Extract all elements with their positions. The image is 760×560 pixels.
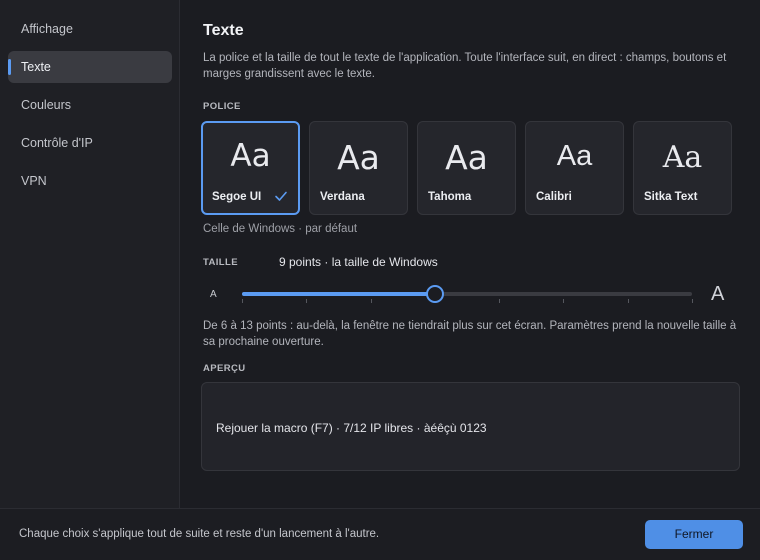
font-sample: Aa: [445, 138, 488, 177]
main-panel: Texte La police et la taille de tout le …: [181, 0, 760, 508]
sidebar-item-affichage[interactable]: Affichage: [8, 13, 172, 45]
close-button[interactable]: Fermer: [645, 520, 743, 549]
size-section-label: TAILLE: [203, 257, 238, 268]
font-sample: Aa: [662, 140, 703, 175]
font-sample: Aa: [556, 140, 593, 172]
preview-box: Rejouer la macro (F7) · 7/12 IP libres ·…: [201, 382, 740, 471]
font-name: Sitka Text: [644, 191, 698, 203]
page-description: La police et la taille de tout le texte …: [203, 52, 727, 80]
font-name: Segoe UI: [212, 191, 262, 203]
preview-section-label: APERÇU: [203, 363, 246, 374]
font-sample: Aa: [337, 138, 380, 177]
size-value: 9 points · la taille de Windows: [279, 255, 438, 269]
slider-tick: [370, 299, 372, 303]
slider-tick: [242, 299, 243, 303]
size-max-marker: A: [711, 283, 725, 305]
font-sample: Aa: [230, 138, 271, 174]
slider-tick: [306, 299, 308, 303]
font-card-sitka-text[interactable]: Aa Sitka Text: [633, 121, 732, 215]
check-icon: [275, 191, 287, 201]
size-slider-fill: [242, 292, 435, 296]
slider-tick: [499, 299, 501, 303]
sidebar-item-couleurs[interactable]: Couleurs: [8, 89, 172, 121]
page-title: Texte: [203, 22, 244, 39]
font-name: Tahoma: [428, 191, 472, 203]
sidebar-item-texte[interactable]: Texte: [8, 51, 172, 83]
footer: Chaque choix s'applique tout de suite et…: [0, 508, 760, 560]
slider-tick: [692, 299, 693, 303]
size-note: De 6 à 13 points : au-delà, la fenêtre n…: [203, 320, 737, 348]
size-min-marker: A: [210, 289, 217, 300]
font-card-verdana[interactable]: Aa Verdana: [309, 121, 408, 215]
footer-note: Chaque choix s'applique tout de suite et…: [19, 528, 380, 540]
size-slider-thumb[interactable]: [425, 285, 444, 303]
preview-text: Rejouer la macro (F7) · 7/12 IP libres ·…: [216, 421, 487, 435]
font-card-tahoma[interactable]: Aa Tahoma: [417, 121, 516, 215]
font-card-calibri[interactable]: Aa Calibri: [525, 121, 624, 215]
sidebar: Affichage Texte Couleurs Contrôle d'IP V…: [0, 0, 180, 508]
sidebar-item-controle-ip[interactable]: Contrôle d'IP: [8, 127, 172, 159]
font-name: Calibri: [536, 191, 572, 203]
font-name: Verdana: [320, 191, 365, 203]
size-slider-track[interactable]: [242, 292, 692, 296]
slider-tick: [627, 299, 629, 303]
sidebar-item-vpn[interactable]: VPN: [8, 165, 172, 197]
font-section-label: POLICE: [203, 101, 241, 112]
slider-tick: [563, 299, 565, 303]
font-description: Celle de Windows · par défaut: [203, 223, 358, 235]
font-card-segoe-ui[interactable]: Aa Segoe UI: [201, 121, 300, 215]
